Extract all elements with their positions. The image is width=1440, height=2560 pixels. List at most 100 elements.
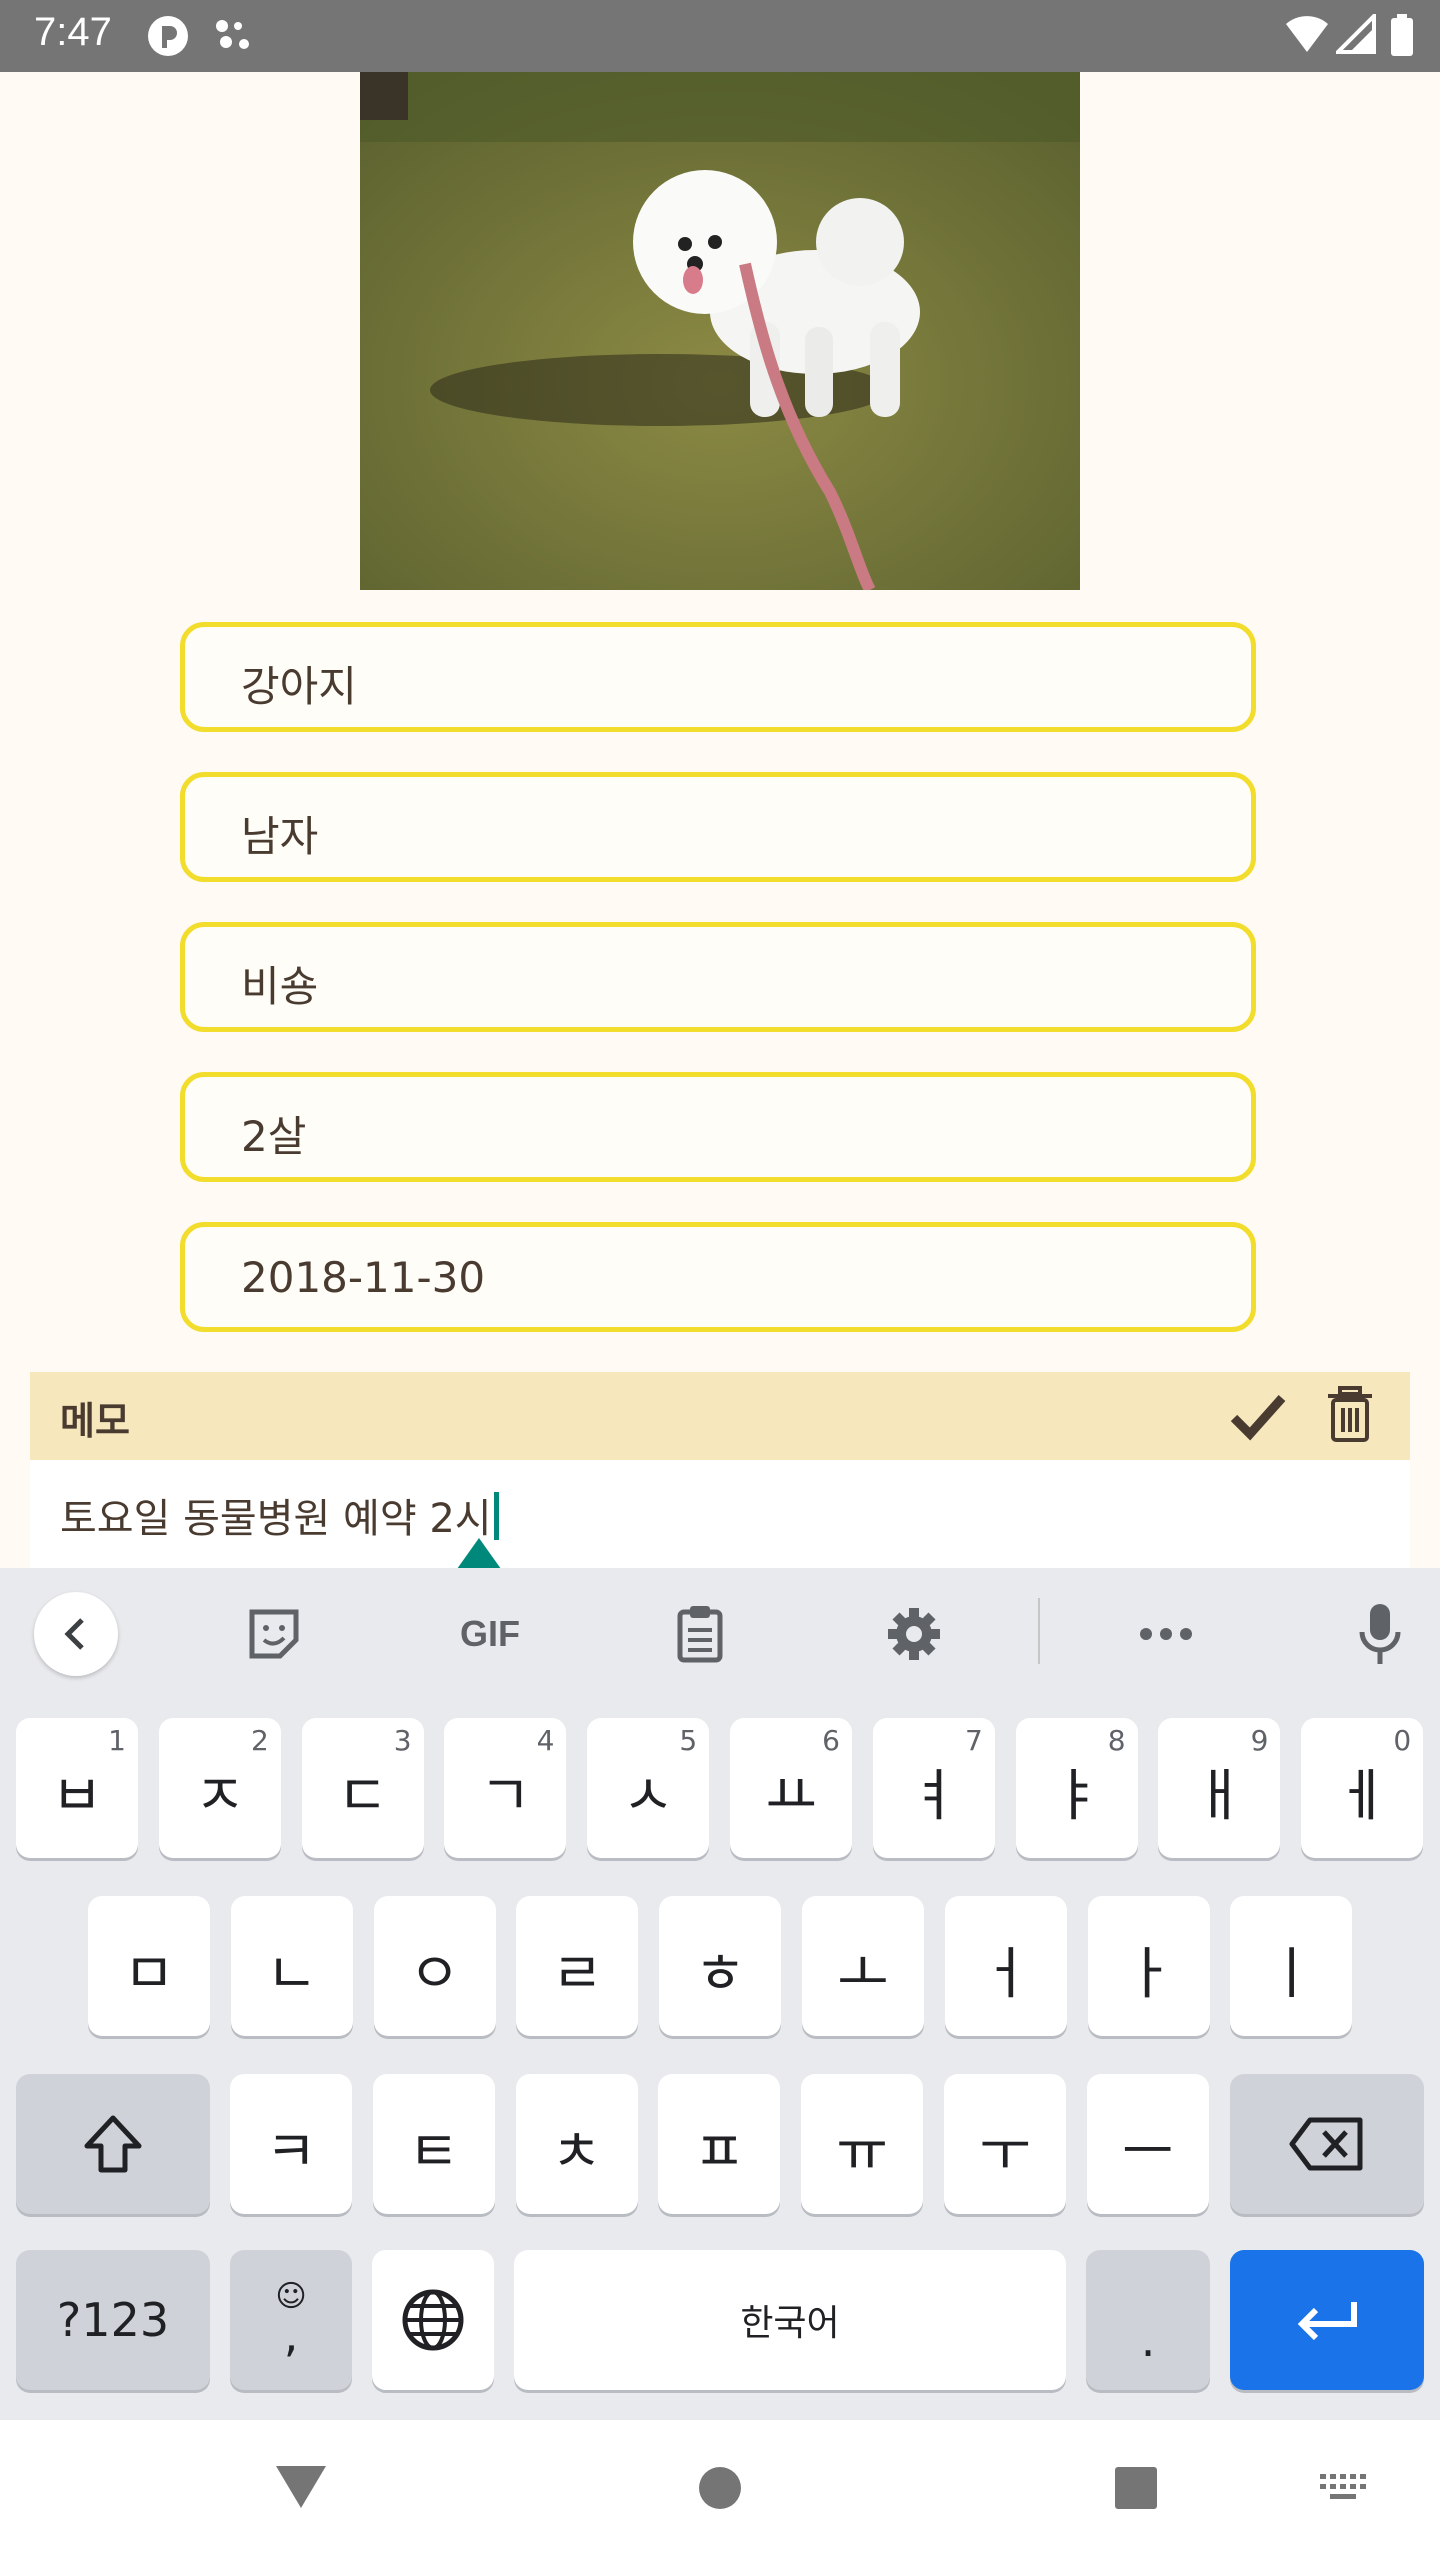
enter-icon bbox=[1297, 2302, 1357, 2341]
keyboard-switch-icon[interactable] bbox=[1320, 2474, 1370, 2508]
key-r2-3[interactable]: ㄹ bbox=[516, 1896, 639, 2036]
key-r3-3[interactable]: ㅍ bbox=[658, 2074, 781, 2214]
key-hint: 5 bbox=[679, 1724, 698, 1757]
pet-age-field[interactable]: 2살 bbox=[180, 1072, 1256, 1182]
key-r1-0[interactable]: ㅂ1 bbox=[16, 1718, 138, 1858]
key-r1-2[interactable]: ㄷ3 bbox=[301, 1718, 424, 1858]
key-r3-4[interactable]: ㅠ bbox=[801, 2074, 924, 2214]
shift-key[interactable] bbox=[16, 2074, 210, 2214]
memo-text: 토요일 동물병원 예약 2시 bbox=[60, 1486, 499, 1544]
key-label: ㅐ bbox=[1193, 1763, 1246, 1829]
key-label: ㅓ bbox=[980, 1941, 1032, 2007]
clipboard-button[interactable] bbox=[662, 1596, 738, 1672]
key-r2-5[interactable]: ㅗ bbox=[802, 1896, 924, 2036]
key-r1-7[interactable]: ㅑ8 bbox=[1015, 1718, 1138, 1858]
backspace-icon bbox=[1289, 2117, 1363, 2171]
key-r2-8[interactable]: ㅣ bbox=[1230, 1896, 1353, 2036]
key-label: ㅈ bbox=[194, 1763, 246, 1829]
key-label: ㅏ bbox=[1122, 1941, 1175, 2007]
clipboard-icon bbox=[677, 1606, 723, 1663]
key-r2-2[interactable]: ㅇ bbox=[373, 1896, 496, 2036]
comma-key[interactable]: ☺ , bbox=[230, 2250, 352, 2390]
check-icon[interactable] bbox=[1230, 1390, 1286, 1446]
space-label: 한국어 bbox=[740, 2303, 840, 2344]
sticker-icon bbox=[249, 1609, 299, 1659]
key-label: ㅕ bbox=[908, 1763, 960, 1829]
key-hint: 0 bbox=[1393, 1724, 1412, 1757]
app-notification-icon bbox=[146, 14, 190, 62]
key-label: ㅌ bbox=[408, 2119, 460, 2185]
key-label: ㅠ bbox=[836, 2119, 888, 2185]
period-label: . bbox=[1140, 2313, 1156, 2367]
pet-breed-field[interactable]: 비숑 bbox=[180, 922, 1256, 1032]
collapse-toolbar-button[interactable] bbox=[34, 1592, 118, 1676]
recents-nav-icon[interactable] bbox=[1114, 2466, 1158, 2514]
key-label: ㅅ bbox=[622, 1763, 674, 1829]
backspace-key[interactable] bbox=[1230, 2074, 1424, 2214]
more-button[interactable] bbox=[1128, 1596, 1204, 1672]
gif-label: GIF bbox=[460, 1613, 520, 1654]
symbols-label: ?123 bbox=[56, 2293, 170, 2347]
memo-input[interactable]: 토요일 동물병원 예약 2시 bbox=[30, 1460, 1410, 1568]
space-key[interactable]: 한국어 bbox=[514, 2250, 1066, 2390]
key-hint: 8 bbox=[1107, 1724, 1126, 1757]
toolbar-divider bbox=[1038, 1598, 1040, 1664]
pet-gender-field[interactable]: 남자 bbox=[180, 772, 1256, 882]
sticker-button[interactable] bbox=[236, 1596, 312, 1672]
key-r2-0[interactable]: ㅁ bbox=[88, 1896, 210, 2036]
key-r3-2[interactable]: ㅊ bbox=[515, 2074, 638, 2214]
home-nav-icon[interactable] bbox=[698, 2466, 742, 2514]
key-r1-4[interactable]: ㅅ5 bbox=[587, 1718, 710, 1858]
key-label: ㅍ bbox=[693, 2119, 746, 2185]
pet-date-field[interactable]: 2018-11-30 bbox=[180, 1222, 1256, 1332]
key-r1-6[interactable]: ㅕ7 bbox=[872, 1718, 995, 1858]
period-key[interactable]: . bbox=[1086, 2250, 1210, 2390]
settings-button[interactable] bbox=[876, 1596, 952, 1672]
key-hint: 9 bbox=[1250, 1724, 1269, 1757]
key-r1-5[interactable]: ㅛ6 bbox=[730, 1718, 852, 1858]
key-label: ㅔ bbox=[1336, 1763, 1388, 1829]
key-r2-7[interactable]: ㅏ bbox=[1087, 1896, 1210, 2036]
gif-button[interactable]: GIF bbox=[440, 1596, 540, 1672]
microphone-icon bbox=[1359, 1604, 1401, 1664]
key-hint: 7 bbox=[964, 1724, 983, 1757]
key-label: ㅎ bbox=[694, 1941, 746, 2007]
text-cursor bbox=[493, 1492, 499, 1540]
key-label: ㄷ bbox=[336, 1763, 389, 1829]
key-label: ㅗ bbox=[837, 1941, 889, 2007]
key-hint: 2 bbox=[250, 1724, 269, 1757]
wifi-icon bbox=[1284, 14, 1330, 58]
key-r3-0[interactable]: ㅋ bbox=[230, 2074, 352, 2214]
trash-icon[interactable] bbox=[1326, 1386, 1374, 1446]
key-r1-1[interactable]: ㅈ2 bbox=[158, 1718, 281, 1858]
key-label: ㄹ bbox=[551, 1941, 604, 2007]
key-r1-8[interactable]: ㅐ9 bbox=[1158, 1718, 1281, 1858]
back-nav-icon[interactable] bbox=[274, 2464, 328, 2514]
key-label: ㅣ bbox=[1265, 1941, 1318, 2007]
key-r3-1[interactable]: ㅌ bbox=[372, 2074, 495, 2214]
key-r3-6[interactable]: ㅡ bbox=[1086, 2074, 1209, 2214]
key-r2-1[interactable]: ㄴ bbox=[230, 1896, 353, 2036]
pet-type-field[interactable]: 강아지 bbox=[180, 622, 1256, 732]
key-r3-5[interactable]: ㅜ bbox=[944, 2074, 1066, 2214]
assistant-icon bbox=[212, 14, 256, 62]
key-r1-3[interactable]: ㄱ4 bbox=[444, 1718, 567, 1858]
key-label: ㅋ bbox=[265, 2119, 317, 2185]
pet-age-value: 2살 bbox=[241, 1112, 307, 1161]
pet-date-value: 2018-11-30 bbox=[241, 1253, 486, 1302]
language-key[interactable] bbox=[372, 2250, 494, 2390]
key-label: ㅡ bbox=[1122, 2119, 1174, 2185]
memo-header: 메모 bbox=[30, 1372, 1410, 1460]
symbols-key[interactable]: ?123 bbox=[16, 2250, 210, 2390]
pet-photo[interactable] bbox=[360, 72, 1080, 590]
key-r2-4[interactable]: ㅎ bbox=[659, 1896, 782, 2036]
enter-key[interactable] bbox=[1230, 2250, 1424, 2390]
key-r2-6[interactable]: ㅓ bbox=[944, 1896, 1067, 2036]
key-hint: 1 bbox=[108, 1724, 126, 1757]
key-label: ㅊ bbox=[550, 2119, 603, 2185]
memo-text-value: 토요일 동물병원 예약 2시 bbox=[60, 1496, 492, 1542]
key-r1-9[interactable]: ㅔ0 bbox=[1301, 1718, 1424, 1858]
status-bar: 7:47 bbox=[0, 0, 1440, 72]
voice-input-button[interactable] bbox=[1342, 1596, 1418, 1672]
more-horizontal-icon bbox=[1140, 1628, 1192, 1640]
